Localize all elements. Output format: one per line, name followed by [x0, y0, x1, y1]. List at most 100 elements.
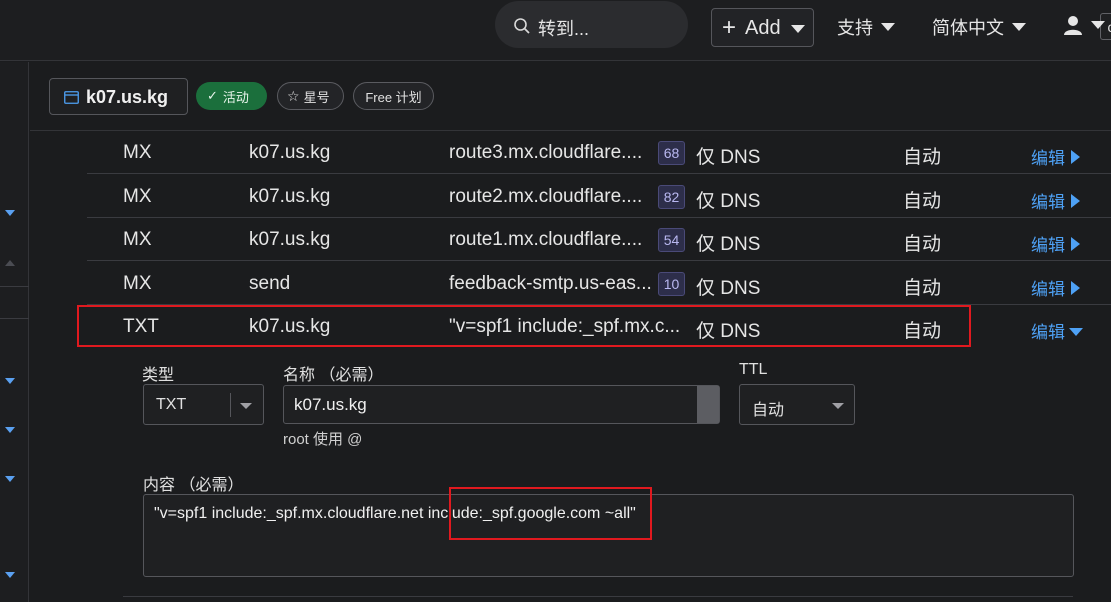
priority-badge: 82 — [658, 185, 685, 209]
zone-header: k07.us.kg ✓ 活动 ☆ 星号 Free 计划 — [30, 62, 1111, 131]
type-label: 类型 — [142, 367, 175, 384]
browser-window-icon — [64, 91, 79, 104]
record-ttl: 自动 — [903, 191, 942, 212]
edit-link[interactable]: 编辑 — [1031, 318, 1083, 343]
chevron-down-icon[interactable] — [5, 210, 15, 216]
proxy-status: 仅 DNS — [696, 147, 761, 168]
proxy-status: 仅 DNS — [696, 191, 761, 212]
edit-link[interactable]: 编辑 — [1031, 144, 1080, 169]
language-menu-label: 简体中文 — [932, 18, 1004, 38]
edit-link[interactable]: 编辑 — [1031, 231, 1080, 256]
content-label: 内容 （必需） — [143, 477, 244, 494]
record-name: k07.us.kg — [249, 229, 331, 250]
language-menu[interactable]: 简体中文 — [932, 14, 1026, 40]
table-row-selected[interactable]: TXT k07.us.kg "v=spf1 include:_spf.mx.c.… — [87, 305, 1111, 348]
chevron-down-icon — [832, 403, 844, 409]
chevron-down-icon — [881, 23, 895, 31]
chevron-down-icon — [791, 25, 805, 33]
record-type: MX — [123, 229, 152, 250]
name-label: 名称 （必需） — [283, 367, 384, 384]
chevron-down-icon — [1069, 328, 1083, 336]
record-name: k07.us.kg — [249, 316, 331, 337]
record-ttl: 自动 — [903, 234, 942, 255]
search-bar[interactable]: 转到... ctrl + K — [495, 1, 1111, 48]
zone-selector[interactable]: k07.us.kg — [49, 78, 188, 115]
add-button[interactable]: + Add — [711, 8, 814, 47]
status-badge-label: 活动 — [222, 89, 249, 105]
type-select[interactable]: TXT — [143, 384, 264, 425]
proxy-status: 仅 DNS — [696, 321, 761, 342]
record-type: MX — [123, 142, 152, 163]
sidebar — [0, 62, 29, 602]
record-ttl: 自动 — [903, 321, 942, 342]
zone-name: k07.us.kg — [86, 87, 169, 107]
plan-badge[interactable]: Free 计划 — [353, 82, 434, 110]
edit-link-label: 编辑 — [1031, 323, 1065, 342]
record-content: route3.mx.cloudflare.... — [449, 142, 643, 163]
record-content: route2.mx.cloudflare.... — [449, 186, 643, 207]
chevron-down-icon[interactable] — [5, 476, 15, 482]
chevron-down-icon — [240, 403, 252, 409]
priority-badge: 54 — [658, 228, 685, 252]
edit-link-label: 编辑 — [1031, 149, 1065, 168]
record-content: route1.mx.cloudflare.... — [449, 229, 643, 250]
record-ttl: 自动 — [903, 278, 942, 299]
priority-badge: 68 — [658, 141, 685, 165]
record-content: feedback-smtp.us-eas... — [449, 273, 652, 294]
record-name: send — [249, 273, 291, 294]
user-menu-chevron-icon[interactable] — [1091, 21, 1105, 29]
ttl-select[interactable]: 自动 — [739, 384, 855, 425]
table-row[interactable]: MX k07.us.kg route3.mx.cloudflare.... 68… — [87, 131, 1111, 174]
name-hint: root 使用 @ — [283, 431, 363, 448]
table-row[interactable]: MX k07.us.kg route1.mx.cloudflare.... 54… — [87, 218, 1111, 261]
record-type: MX — [123, 186, 152, 207]
record-name: k07.us.kg — [249, 186, 331, 207]
record-type: MX — [123, 273, 152, 294]
content-textarea-value: "v=spf1 include:_spf.mx.cloudflare.net i… — [154, 505, 636, 522]
table-row[interactable]: MX k07.us.kg route2.mx.cloudflare.... 82… — [87, 175, 1111, 218]
edit-link-label: 编辑 — [1031, 193, 1065, 212]
content-textarea[interactable]: "v=spf1 include:_spf.mx.cloudflare.net i… — [143, 494, 1074, 577]
edit-link[interactable]: 编辑 — [1031, 275, 1080, 300]
input-scrollbar[interactable] — [697, 386, 719, 423]
chevron-up-icon[interactable] — [5, 260, 15, 266]
name-input[interactable]: k07.us.kg — [283, 385, 720, 424]
ttl-label: TTL — [739, 361, 768, 378]
ttl-select-value: 自动 — [752, 402, 785, 419]
chevron-down-icon[interactable] — [5, 427, 15, 433]
chevron-down-icon — [1012, 23, 1026, 31]
status-badge: ✓ 活动 — [196, 82, 267, 110]
record-name: k07.us.kg — [249, 142, 331, 163]
record-ttl: 自动 — [903, 147, 942, 168]
search-icon — [514, 18, 530, 34]
support-menu-label: 支持 — [837, 18, 873, 38]
chevron-down-icon[interactable] — [5, 572, 15, 578]
priority-badge: 10 — [658, 272, 685, 296]
chevron-right-icon — [1071, 194, 1080, 208]
edit-link[interactable]: 编辑 — [1031, 188, 1080, 213]
chevron-right-icon — [1071, 281, 1080, 295]
divider — [0, 318, 29, 319]
search-label: 转到... — [538, 19, 590, 39]
plus-icon: + — [722, 14, 737, 41]
proxy-status: 仅 DNS — [696, 234, 761, 255]
plan-badge-label: Free 计划 — [365, 89, 422, 105]
table-row[interactable]: MX send feedback-smtp.us-eas... 10 仅 DNS… — [87, 262, 1111, 305]
edit-link-label: 编辑 — [1031, 236, 1065, 255]
support-menu[interactable]: 支持 — [837, 14, 895, 40]
divider — [123, 596, 1073, 597]
star-icon: ☆ — [287, 87, 300, 104]
chevron-down-icon[interactable] — [5, 378, 15, 384]
proxy-status: 仅 DNS — [696, 278, 761, 299]
chevron-right-icon — [1071, 150, 1080, 164]
name-input-value: k07.us.kg — [294, 395, 367, 414]
type-select-value: TXT — [156, 396, 187, 413]
divider — [0, 286, 29, 287]
user-icon[interactable] — [1062, 14, 1084, 36]
edit-link-label: 编辑 — [1031, 280, 1065, 299]
record-content: "v=spf1 include:_spf.mx.c... — [449, 316, 681, 337]
chevron-right-icon — [1071, 237, 1080, 251]
add-button-label: Add — [745, 17, 781, 39]
record-type: TXT — [123, 316, 159, 337]
star-button[interactable]: ☆ 星号 — [277, 82, 344, 110]
